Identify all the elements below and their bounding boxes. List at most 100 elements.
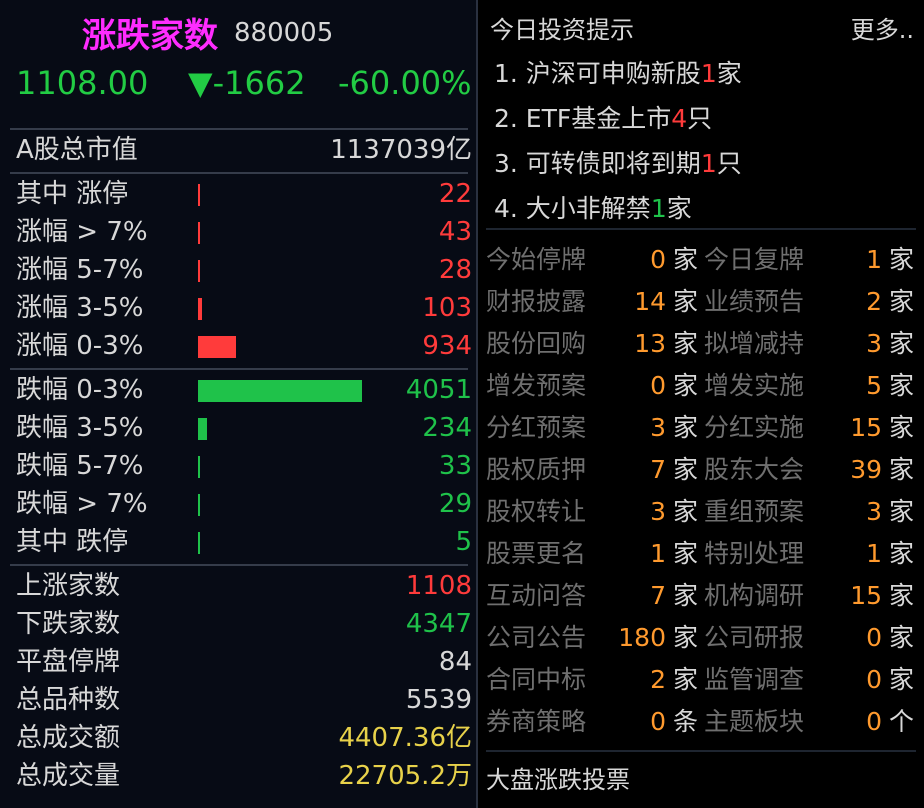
tip-item[interactable]: 3. 可转债即将到期1只 (494, 144, 742, 180)
event-count: 0 (866, 623, 882, 652)
index-price: 1108.00 (16, 64, 149, 102)
event-cell[interactable]: 增发实施 5 家 (704, 368, 914, 404)
event-cell[interactable]: 财报披露 14 家 (486, 284, 698, 320)
event-unit: 家 (888, 329, 914, 358)
event-unit: 家 (888, 245, 914, 274)
rise-row[interactable]: 涨幅 > 7% 43 (16, 214, 472, 250)
event-count: 14 (634, 287, 666, 316)
tips-title: 今日投资提示 (490, 16, 634, 44)
event-count: 3 (866, 497, 882, 526)
summary-value: 4407.36亿 (338, 723, 472, 753)
summary-label: 平盘停牌 (16, 647, 121, 677)
event-name: 监管调查 (704, 665, 805, 694)
rise-label: 涨幅 5-7% (16, 255, 144, 285)
tip-text: 3. 可转债即将到期 (494, 149, 701, 178)
event-unit: 家 (672, 497, 698, 526)
event-count: 2 (866, 287, 882, 316)
event-unit: 家 (672, 623, 698, 652)
event-cell[interactable]: 今始停牌 0 家 (486, 242, 698, 278)
index-change-pct: -60.00% (338, 64, 472, 102)
event-cell[interactable]: 分红预案 3 家 (486, 410, 698, 446)
event-unit: 家 (672, 287, 698, 316)
fall-row[interactable]: 其中 跌停 5 (16, 524, 472, 560)
rise-row[interactable]: 涨幅 0-3% 934 (16, 328, 472, 364)
event-name: 公司研报 (704, 623, 805, 652)
divider (10, 172, 468, 174)
event-cell[interactable]: 互动问答 7 家 (486, 578, 698, 614)
event-name: 今日复牌 (704, 245, 805, 274)
event-name: 分红实施 (704, 413, 805, 442)
divider (486, 228, 916, 230)
tip-count: 4 (671, 104, 688, 133)
rise-row[interactable]: 涨幅 5-7% 28 (16, 252, 472, 288)
event-cell[interactable]: 股权转让 3 家 (486, 494, 698, 530)
fall-value: 5 (455, 527, 472, 557)
event-name: 机构调研 (704, 581, 805, 610)
event-name: 股份回购 (486, 329, 587, 358)
rise-label: 涨幅 3-5% (16, 293, 144, 323)
event-cell[interactable]: 公司公告 180 家 (486, 620, 698, 656)
event-cell[interactable]: 分红实施 15 家 (704, 410, 914, 446)
event-cell[interactable]: 拟增减持 3 家 (704, 326, 914, 362)
tip-item[interactable]: 4. 大小非解禁1家 (494, 189, 692, 225)
summary-label: 上涨家数 (16, 571, 121, 601)
fall-row[interactable]: 跌幅 3-5% 234 (16, 410, 472, 446)
market-vote-link[interactable]: 大盘涨跌投票 (486, 760, 630, 795)
event-cell[interactable]: 特别处理 1 家 (704, 536, 914, 572)
event-cell[interactable]: 增发预案 0 家 (486, 368, 698, 404)
event-cell[interactable]: 股票更名 1 家 (486, 536, 698, 572)
event-unit: 家 (672, 539, 698, 568)
market-cap-label: A股总市值 (16, 135, 138, 165)
event-unit: 家 (888, 623, 914, 652)
event-cell[interactable]: 股份回购 13 家 (486, 326, 698, 362)
event-cell[interactable]: 业绩预告 2 家 (704, 284, 914, 320)
summary-label: 总成交量 (16, 761, 121, 791)
event-name: 拟增减持 (704, 329, 805, 358)
rise-bar (198, 260, 200, 282)
event-unit: 家 (888, 539, 914, 568)
fall-label: 跌幅 > 7% (16, 489, 148, 519)
event-name: 合同中标 (486, 665, 587, 694)
more-link[interactable]: 更多.. (851, 10, 914, 45)
rise-row[interactable]: 其中 涨停 22 (16, 176, 472, 212)
event-count: 5 (866, 371, 882, 400)
event-name: 券商策略 (486, 707, 587, 736)
rise-label: 涨幅 0-3% (16, 331, 144, 361)
rise-value: 28 (438, 255, 472, 285)
event-cell[interactable]: 主题板块 0 个 (704, 704, 914, 740)
event-cell[interactable]: 监管调查 0 家 (704, 662, 914, 698)
summary-label: 总成交额 (16, 723, 121, 753)
fall-label: 跌幅 3-5% (16, 413, 144, 443)
event-cell[interactable]: 股东大会 39 家 (704, 452, 914, 488)
summary-value: 1108 (405, 571, 472, 601)
event-unit: 家 (888, 497, 914, 526)
fall-label: 跌幅 5-7% (16, 451, 144, 481)
summary-row: 上涨家数 1108 (16, 568, 472, 604)
fall-row[interactable]: 跌幅 0-3% 4051 (16, 372, 472, 408)
fall-row[interactable]: 跌幅 > 7% 29 (16, 486, 472, 522)
summary-label: 下跌家数 (16, 609, 121, 639)
event-cell[interactable]: 今日复牌 1 家 (704, 242, 914, 278)
event-cell[interactable]: 机构调研 15 家 (704, 578, 914, 614)
event-cell[interactable]: 公司研报 0 家 (704, 620, 914, 656)
event-unit: 家 (672, 245, 698, 274)
tip-item[interactable]: 2. ETF基金上市4只 (494, 99, 712, 135)
tip-item[interactable]: 1. 沪深可申购新股1家 (494, 54, 742, 90)
event-name: 今始停牌 (486, 245, 587, 274)
event-cell[interactable]: 重组预案 3 家 (704, 494, 914, 530)
event-count: 1 (866, 539, 882, 568)
summary-row: 总成交量 22705.2万 (16, 758, 472, 794)
divider (10, 564, 468, 566)
index-title[interactable]: 涨跌家数 (82, 8, 218, 57)
event-name: 股票更名 (486, 539, 587, 568)
event-cell[interactable]: 合同中标 2 家 (486, 662, 698, 698)
event-count: 15 (850, 581, 882, 610)
summary-label: 总品种数 (16, 685, 121, 715)
event-name: 业绩预告 (704, 287, 805, 316)
event-count: 0 (650, 245, 666, 274)
event-cell[interactable]: 股权质押 7 家 (486, 452, 698, 488)
fall-row[interactable]: 跌幅 5-7% 33 (16, 448, 472, 484)
rise-row[interactable]: 涨幅 3-5% 103 (16, 290, 472, 326)
tips-panel: 今日投资提示 更多.. 1. 沪深可申购新股1家 2. ETF基金上市4只 3. 可… (480, 0, 924, 808)
event-cell[interactable]: 券商策略 0 条 (486, 704, 698, 740)
